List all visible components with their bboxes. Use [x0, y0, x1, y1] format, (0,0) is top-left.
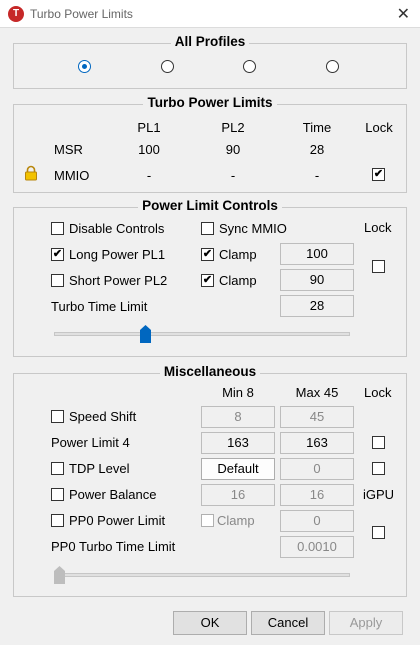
speed-shift-checkbox[interactable]	[51, 410, 64, 423]
tdp-level-checkbox[interactable]	[51, 462, 64, 475]
header-pl2: PL2	[221, 120, 245, 135]
ok-button[interactable]: OK	[173, 611, 247, 635]
title-bar: T Turbo Power Limits ✕	[0, 0, 420, 28]
turbo-time-value-field[interactable]: 28	[280, 295, 354, 317]
pp0-turbo-time-label: PP0 Turbo Time Limit	[51, 539, 176, 554]
miscellaneous-group: Miscellaneous Min 8 Max 45 Lock Speed Sh…	[13, 364, 407, 597]
msr-label: MSR	[54, 142, 83, 157]
turbo-power-limits-group: Turbo Power Limits PL1 PL2 Time Lock MSR…	[13, 95, 407, 193]
power-balance-checkbox[interactable]	[51, 488, 64, 501]
short-power-value-field[interactable]: 90	[280, 269, 354, 291]
short-power-clamp-checkbox[interactable]: ✔	[201, 274, 214, 287]
disable-controls-label: Disable Controls	[69, 221, 165, 236]
power-limit-controls-group: Power Limit Controls Disable Controls Sy…	[13, 198, 407, 357]
pp0-turbo-time-value-field[interactable]: 0.0010	[280, 536, 354, 558]
short-power-checkbox[interactable]	[51, 274, 64, 287]
msr-time: 28	[309, 142, 325, 157]
power-limit-controls-title: Power Limit Controls	[138, 198, 282, 213]
long-power-clamp-label: Clamp	[219, 247, 257, 262]
sync-mmio-label: Sync MMIO	[219, 221, 287, 236]
window-title: Turbo Power Limits	[30, 7, 133, 21]
short-power-clamp-label: Clamp	[219, 273, 257, 288]
power-limit-4-max-field[interactable]: 163	[280, 432, 354, 454]
msr-pl1: 100	[138, 142, 160, 157]
long-power-value-field[interactable]: 100	[280, 243, 354, 265]
speed-shift-label: Speed Shift	[69, 409, 137, 424]
controls-lock-checkbox[interactable]	[372, 260, 385, 273]
profile-radio-2[interactable]	[161, 60, 174, 73]
tdp-level-lock-checkbox[interactable]	[372, 462, 385, 475]
max-header: Max 45	[295, 385, 339, 400]
cancel-button[interactable]: Cancel	[251, 611, 325, 635]
header-time: Time	[302, 120, 332, 135]
header-lock: Lock	[365, 120, 393, 135]
profile-radio-3[interactable]	[243, 60, 256, 73]
header-pl1: PL1	[137, 120, 161, 135]
msr-pl2: 90	[225, 142, 241, 157]
apply-button[interactable]: Apply	[329, 611, 403, 635]
sync-mmio-checkbox[interactable]	[201, 222, 214, 235]
pp0-power-limit-checkbox[interactable]	[51, 514, 64, 527]
turbo-time-label: Turbo Time Limit	[51, 299, 148, 314]
turbo-time-slider-track[interactable]	[54, 332, 350, 336]
profile-radio-1[interactable]	[78, 60, 91, 73]
profile-radio-4[interactable]	[326, 60, 339, 73]
pp0-power-limit-label: PP0 Power Limit	[69, 513, 166, 528]
long-power-clamp-checkbox[interactable]: ✔	[201, 248, 214, 261]
long-power-checkbox[interactable]: ✔	[51, 248, 64, 261]
long-power-label: Long Power PL1	[69, 247, 166, 262]
short-power-label: Short Power PL2	[69, 273, 168, 288]
pp0-turbo-time-slider-track[interactable]	[54, 573, 350, 577]
app-icon: T	[8, 6, 24, 22]
disable-controls-checkbox[interactable]	[51, 222, 64, 235]
tdp-level-label: TDP Level	[69, 461, 130, 476]
power-balance-label: Power Balance	[69, 487, 157, 502]
all-profiles-group: All Profiles	[13, 34, 407, 89]
mmio-pl1: -	[146, 168, 152, 183]
power-limit-4-label: Power Limit 4	[51, 435, 130, 450]
misc-lock-label: Lock	[364, 385, 392, 400]
mmio-label: MMIO	[54, 168, 90, 183]
tdp-level-value-field[interactable]: 0	[280, 458, 354, 480]
pp0-turbo-time-slider-thumb[interactable]	[54, 566, 65, 584]
pp0-clamp-label: Clamp	[217, 513, 255, 528]
power-limit-4-min-field[interactable]: 163	[201, 432, 275, 454]
close-icon[interactable]: ✕	[397, 4, 410, 24]
miscellaneous-title: Miscellaneous	[159, 364, 261, 379]
pp0-clamp-checkbox[interactable]	[201, 514, 214, 527]
lock-icon	[23, 165, 39, 181]
power-limit-4-lock-checkbox[interactable]	[372, 436, 385, 449]
turbo-time-slider-thumb[interactable]	[139, 325, 151, 343]
mmio-pl2: -	[230, 168, 236, 183]
tdp-default-button[interactable]: Default	[201, 458, 275, 480]
all-profiles-title: All Profiles	[170, 34, 250, 49]
power-balance-max-field[interactable]: 16	[280, 484, 354, 506]
pp0-power-limit-value-field[interactable]: 0	[280, 510, 354, 532]
controls-lock-label: Lock	[364, 220, 392, 235]
mmio-time: -	[314, 168, 320, 183]
igpu-label: iGPU	[363, 487, 395, 502]
speed-shift-min-field[interactable]: 8	[201, 406, 275, 428]
speed-shift-max-field[interactable]: 45	[280, 406, 354, 428]
power-balance-min-field[interactable]: 16	[201, 484, 275, 506]
turbo-power-limits-title: Turbo Power Limits	[143, 95, 277, 110]
pp0-lock-checkbox[interactable]	[372, 526, 385, 539]
mmio-lock-checkbox[interactable]: ✔	[372, 168, 385, 181]
min-header: Min 8	[222, 385, 254, 400]
